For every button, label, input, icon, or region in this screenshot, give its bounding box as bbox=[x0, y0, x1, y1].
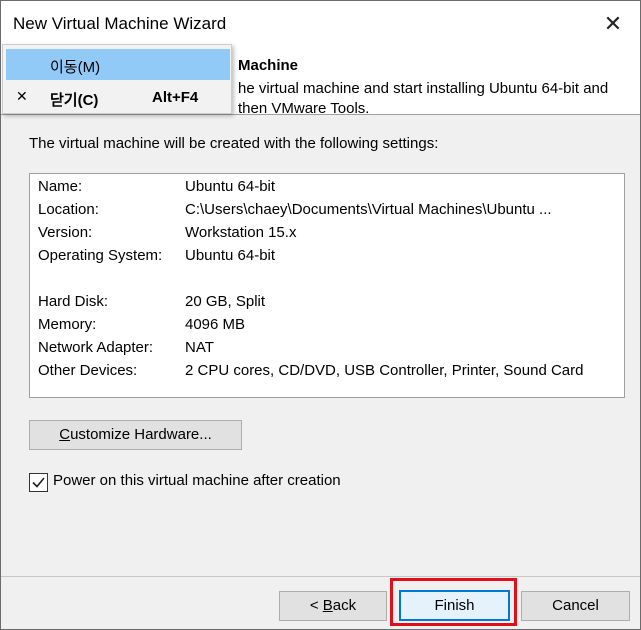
settings-value: Ubuntu 64-bit bbox=[185, 247, 276, 264]
wizard-window: New Virtual Machine Wizard ✕ Machine he … bbox=[0, 0, 641, 630]
settings-value: Workstation 15.x bbox=[185, 224, 297, 241]
settings-row: Version: Workstation 15.x bbox=[38, 222, 618, 244]
settings-value: C:\Users\chaey\Documents\Virtual Machine… bbox=[185, 201, 552, 218]
back-label-pre: < bbox=[309, 597, 323, 614]
header-subtitle: he virtual machine and start installing … bbox=[238, 80, 609, 116]
settings-value: NAT bbox=[185, 339, 214, 356]
settings-key: Memory: bbox=[38, 316, 97, 333]
menu-item-label: 닫기(C) bbox=[50, 92, 99, 109]
intro-text: The virtual machine will be created with… bbox=[29, 135, 439, 152]
close-icon: ✕ bbox=[16, 88, 28, 104]
menu-item-label: 이동(M) bbox=[50, 59, 101, 76]
back-mnemonic: B bbox=[322, 597, 333, 614]
settings-summary: Name: Ubuntu 64-bit Location: C:\Users\c… bbox=[29, 173, 625, 398]
close-icon[interactable]: ✕ bbox=[600, 11, 626, 37]
back-label-post: ack bbox=[332, 597, 357, 614]
settings-value: Ubuntu 64-bit bbox=[185, 178, 276, 195]
settings-key: Other Devices: bbox=[38, 362, 138, 379]
settings-row: Other Devices: 2 CPU cores, CD/DVD, USB … bbox=[38, 360, 618, 382]
settings-key: Operating System: bbox=[38, 247, 163, 264]
customize-hardware-label-post: ustomize Hardware... bbox=[70, 426, 212, 443]
settings-value: 20 GB, Split bbox=[185, 293, 266, 310]
customize-hardware-button[interactable]: Customize Hardware... bbox=[29, 420, 242, 450]
footer-divider bbox=[1, 576, 640, 577]
settings-row: Location: C:\Users\chaey\Documents\Virtu… bbox=[38, 199, 618, 221]
menu-item-close[interactable]: ✕ 닫기(C) Alt+F4 bbox=[6, 82, 230, 113]
settings-key: Network Adapter: bbox=[38, 339, 154, 356]
settings-key: Hard Disk: bbox=[38, 293, 109, 310]
title-bar: New Virtual Machine Wizard ✕ bbox=[1, 1, 640, 49]
header-title: Machine bbox=[238, 57, 299, 74]
settings-value: 2 CPU cores, CD/DVD, USB Controller, Pri… bbox=[185, 362, 584, 379]
power-on-label: Power on this virtual machine after crea… bbox=[53, 472, 341, 489]
customize-hardware-mnemonic: C bbox=[59, 426, 71, 443]
settings-key: Location: bbox=[38, 201, 99, 218]
settings-row: Hard Disk: 20 GB, Split bbox=[38, 291, 618, 313]
cancel-button[interactable]: Cancel bbox=[521, 591, 630, 621]
back-button[interactable]: < Back bbox=[279, 591, 387, 621]
menu-item-shortcut: Alt+F4 bbox=[152, 89, 199, 106]
settings-row: Operating System: Ubuntu 64-bit bbox=[38, 245, 618, 267]
checkmark-icon bbox=[32, 477, 45, 488]
window-title: New Virtual Machine Wizard bbox=[13, 14, 227, 33]
settings-row: Network Adapter: NAT bbox=[38, 337, 618, 359]
settings-key: Name: bbox=[38, 178, 83, 195]
finish-button[interactable]: Finish bbox=[399, 590, 510, 621]
settings-row: Memory: 4096 MB bbox=[38, 314, 618, 336]
system-menu: 이동(M) ✕ 닫기(C) Alt+F4 bbox=[2, 44, 232, 114]
settings-key: Version: bbox=[38, 224, 93, 241]
settings-row: Name: Ubuntu 64-bit bbox=[38, 176, 618, 198]
menu-item-move[interactable]: 이동(M) bbox=[6, 49, 230, 80]
power-on-checkbox[interactable] bbox=[29, 473, 48, 492]
settings-value: 4096 MB bbox=[185, 316, 246, 333]
